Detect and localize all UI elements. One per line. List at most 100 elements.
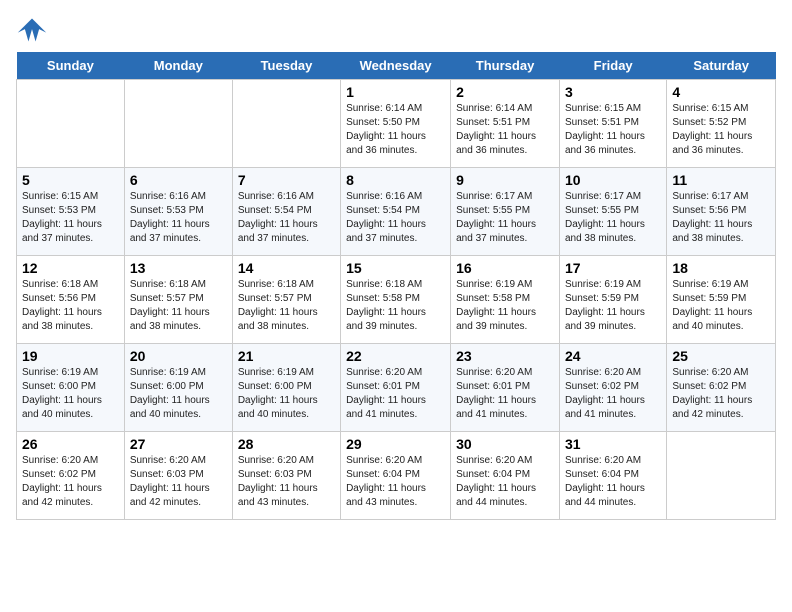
col-header-sunday: Sunday <box>17 52 125 80</box>
calendar-cell: 22 Sunrise: 6:20 AM Sunset: 6:01 PM Dayli… <box>341 344 451 432</box>
cell-info: Sunrise: 6:18 AM Sunset: 5:57 PM Dayligh… <box>238 278 335 334</box>
day-number: 11 <box>672 172 770 188</box>
day-number: 27 <box>130 436 227 452</box>
day-number: 8 <box>346 172 445 188</box>
cell-info: Sunrise: 6:20 AM Sunset: 6:04 PM Dayligh… <box>565 454 661 510</box>
cell-info: Sunrise: 6:20 AM Sunset: 6:03 PM Dayligh… <box>238 454 335 510</box>
calendar-cell <box>17 80 125 168</box>
calendar-cell: 20 Sunrise: 6:19 AM Sunset: 6:00 PM Dayli… <box>124 344 232 432</box>
day-number: 31 <box>565 436 661 452</box>
cell-info: Sunrise: 6:19 AM Sunset: 6:00 PM Dayligh… <box>238 366 335 422</box>
calendar-cell: 29 Sunrise: 6:20 AM Sunset: 6:04 PM Dayli… <box>341 432 451 520</box>
calendar-cell: 21Sunrise: 6:19 AM Sunset: 6:00 PM Dayli… <box>232 344 340 432</box>
calendar-cell: 27 Sunrise: 6:20 AM Sunset: 6:03 PM Dayli… <box>124 432 232 520</box>
calendar-cell: 9 Sunrise: 6:17 AM Sunset: 5:55 PM Daylig… <box>451 168 560 256</box>
day-number: 14 <box>238 260 335 276</box>
calendar-cell: 7 Sunrise: 6:16 AM Sunset: 5:54 PM Daylig… <box>232 168 340 256</box>
day-number: 1 <box>346 84 445 100</box>
day-number: 3 <box>565 84 661 100</box>
cell-info: Sunrise: 6:17 AM Sunset: 5:55 PM Dayligh… <box>456 190 554 246</box>
cell-info: Sunrise: 6:20 AM Sunset: 6:04 PM Dayligh… <box>456 454 554 510</box>
cell-info: Sunrise: 6:20 AM Sunset: 6:02 PM Dayligh… <box>565 366 661 422</box>
cell-info: Sunrise: 6:20 AM Sunset: 6:01 PM Dayligh… <box>346 366 445 422</box>
day-number: 23 <box>456 348 554 364</box>
calendar-cell: 12 Sunrise: 6:18 AM Sunset: 5:56 PM Dayli… <box>17 256 125 344</box>
day-number: 15 <box>346 260 445 276</box>
cell-info: Sunrise: 6:19 AM Sunset: 5:58 PM Dayligh… <box>456 278 554 334</box>
day-number: 26 <box>22 436 119 452</box>
calendar-cell: 3 Sunrise: 6:15 AM Sunset: 5:51 PM Daylig… <box>559 80 666 168</box>
cell-info: Sunrise: 6:19 AM Sunset: 6:00 PM Dayligh… <box>130 366 227 422</box>
day-number: 29 <box>346 436 445 452</box>
day-number: 18 <box>672 260 770 276</box>
cell-info: Sunrise: 6:20 AM Sunset: 6:02 PM Dayligh… <box>672 366 770 422</box>
calendar-cell: 1 Sunrise: 6:14 AM Sunset: 5:50 PM Daylig… <box>341 80 451 168</box>
cell-info: Sunrise: 6:19 AM Sunset: 6:00 PM Dayligh… <box>22 366 119 422</box>
day-number: 20 <box>130 348 227 364</box>
logo <box>16 16 52 44</box>
cell-info: Sunrise: 6:17 AM Sunset: 5:55 PM Dayligh… <box>565 190 661 246</box>
day-number: 17 <box>565 260 661 276</box>
cell-info: Sunrise: 6:18 AM Sunset: 5:58 PM Dayligh… <box>346 278 445 334</box>
calendar-cell: 26 Sunrise: 6:20 AM Sunset: 6:02 PM Dayli… <box>17 432 125 520</box>
day-number: 24 <box>565 348 661 364</box>
calendar-table: SundayMondayTuesdayWednesdayThursdayFrid… <box>16 52 776 520</box>
calendar-cell: 24 Sunrise: 6:20 AM Sunset: 6:02 PM Dayli… <box>559 344 666 432</box>
calendar-cell: 18 Sunrise: 6:19 AM Sunset: 5:59 PM Dayli… <box>667 256 776 344</box>
calendar-cell: 5 Sunrise: 6:15 AM Sunset: 5:53 PM Daylig… <box>17 168 125 256</box>
cell-info: Sunrise: 6:14 AM Sunset: 5:50 PM Dayligh… <box>346 102 445 158</box>
day-number: 7 <box>238 172 335 188</box>
calendar-cell: 17 Sunrise: 6:19 AM Sunset: 5:59 PM Dayli… <box>559 256 666 344</box>
day-number: 6 <box>130 172 227 188</box>
day-number: 5 <box>22 172 119 188</box>
cell-info: Sunrise: 6:20 AM Sunset: 6:01 PM Dayligh… <box>456 366 554 422</box>
cell-info: Sunrise: 6:19 AM Sunset: 5:59 PM Dayligh… <box>565 278 661 334</box>
calendar-cell: 23 Sunrise: 6:20 AM Sunset: 6:01 PM Dayli… <box>451 344 560 432</box>
day-number: 22 <box>346 348 445 364</box>
calendar-cell: 13 Sunrise: 6:18 AM Sunset: 5:57 PM Dayli… <box>124 256 232 344</box>
col-header-wednesday: Wednesday <box>341 52 451 80</box>
cell-info: Sunrise: 6:19 AM Sunset: 5:59 PM Dayligh… <box>672 278 770 334</box>
calendar-cell: 30 Sunrise: 6:20 AM Sunset: 6:04 PM Dayli… <box>451 432 560 520</box>
calendar-cell <box>232 80 340 168</box>
cell-info: Sunrise: 6:17 AM Sunset: 5:56 PM Dayligh… <box>672 190 770 246</box>
calendar-cell: 28Sunrise: 6:20 AM Sunset: 6:03 PM Dayli… <box>232 432 340 520</box>
calendar-cell: 25 Sunrise: 6:20 AM Sunset: 6:02 PM Dayli… <box>667 344 776 432</box>
day-number: 12 <box>22 260 119 276</box>
page-header <box>16 16 776 44</box>
day-number: 25 <box>672 348 770 364</box>
day-number: 16 <box>456 260 554 276</box>
calendar-cell <box>667 432 776 520</box>
cell-info: Sunrise: 6:16 AM Sunset: 5:54 PM Dayligh… <box>238 190 335 246</box>
cell-info: Sunrise: 6:20 AM Sunset: 6:04 PM Dayligh… <box>346 454 445 510</box>
cell-info: Sunrise: 6:15 AM Sunset: 5:53 PM Dayligh… <box>22 190 119 246</box>
col-header-thursday: Thursday <box>451 52 560 80</box>
logo-icon <box>16 16 48 44</box>
calendar-cell: 11 Sunrise: 6:17 AM Sunset: 5:56 PM Dayli… <box>667 168 776 256</box>
cell-info: Sunrise: 6:14 AM Sunset: 5:51 PM Dayligh… <box>456 102 554 158</box>
calendar-cell: 19 Sunrise: 6:19 AM Sunset: 6:00 PM Dayli… <box>17 344 125 432</box>
col-header-monday: Monday <box>124 52 232 80</box>
calendar-cell: 14 Sunrise: 6:18 AM Sunset: 5:57 PM Dayli… <box>232 256 340 344</box>
col-header-friday: Friday <box>559 52 666 80</box>
day-number: 4 <box>672 84 770 100</box>
cell-info: Sunrise: 6:15 AM Sunset: 5:52 PM Dayligh… <box>672 102 770 158</box>
day-number: 2 <box>456 84 554 100</box>
cell-info: Sunrise: 6:18 AM Sunset: 5:56 PM Dayligh… <box>22 278 119 334</box>
calendar-cell: 6 Sunrise: 6:16 AM Sunset: 5:53 PM Daylig… <box>124 168 232 256</box>
calendar-cell: 16 Sunrise: 6:19 AM Sunset: 5:58 PM Dayli… <box>451 256 560 344</box>
day-number: 30 <box>456 436 554 452</box>
cell-info: Sunrise: 6:20 AM Sunset: 6:03 PM Dayligh… <box>130 454 227 510</box>
day-number: 13 <box>130 260 227 276</box>
cell-info: Sunrise: 6:16 AM Sunset: 5:53 PM Dayligh… <box>130 190 227 246</box>
day-number: 19 <box>22 348 119 364</box>
cell-info: Sunrise: 6:20 AM Sunset: 6:02 PM Dayligh… <box>22 454 119 510</box>
col-header-saturday: Saturday <box>667 52 776 80</box>
cell-info: Sunrise: 6:18 AM Sunset: 5:57 PM Dayligh… <box>130 278 227 334</box>
calendar-cell: 31 Sunrise: 6:20 AM Sunset: 6:04 PM Dayli… <box>559 432 666 520</box>
day-number: 9 <box>456 172 554 188</box>
cell-info: Sunrise: 6:15 AM Sunset: 5:51 PM Dayligh… <box>565 102 661 158</box>
calendar-cell: 15 Sunrise: 6:18 AM Sunset: 5:58 PM Dayli… <box>341 256 451 344</box>
calendar-cell: 10Sunrise: 6:17 AM Sunset: 5:55 PM Dayli… <box>559 168 666 256</box>
calendar-cell: 2 Sunrise: 6:14 AM Sunset: 5:51 PM Daylig… <box>451 80 560 168</box>
